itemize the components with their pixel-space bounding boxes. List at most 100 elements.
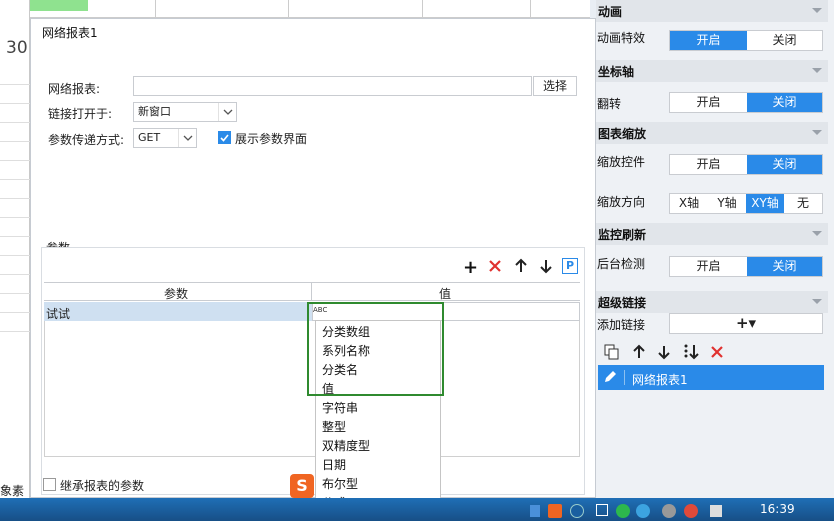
zoom-direction-option[interactable]: XY轴 <box>746 194 784 213</box>
dropdown-option[interactable]: 字符串 <box>322 399 358 416</box>
sheet-row-line <box>0 103 30 104</box>
toggle-off[interactable]: 关闭 <box>747 257 822 276</box>
zoom-direction-label: 缩放方向 <box>597 195 646 209</box>
taskbar-clock[interactable]: 16:39 <box>760 502 795 516</box>
show-params-label: 展示参数界面 <box>235 132 308 146</box>
sheet-row-line <box>0 179 30 180</box>
report-label: 网络报表: <box>48 82 101 96</box>
table-row[interactable] <box>44 302 312 321</box>
section-axis[interactable]: 坐标轴 <box>596 60 828 82</box>
section-hyperlink[interactable]: 超级链接 <box>596 291 828 313</box>
sheet-row-line <box>0 331 30 332</box>
sheet-row-line <box>0 122 30 123</box>
section-title: 图表缩放 <box>598 127 647 141</box>
link-item-label: 网络报表1 <box>632 373 688 387</box>
toggle-on[interactable]: 开启 <box>670 257 747 276</box>
parameter-icon[interactable]: P <box>562 258 578 274</box>
section-title: 动画 <box>598 5 623 19</box>
toggle-on[interactable]: 开启 <box>670 93 747 112</box>
sheet-header-strip <box>0 0 590 18</box>
network-icon[interactable] <box>710 505 722 517</box>
chevron-down-icon <box>178 129 196 147</box>
sheet-column-divider <box>155 0 156 18</box>
taskbar <box>0 498 834 521</box>
delete-icon[interactable] <box>488 259 502 276</box>
open-in-label: 链接打开于: <box>48 107 113 121</box>
zoom-control-toggle[interactable]: 开启 关闭 <box>669 154 823 175</box>
sheet-row-line <box>0 198 30 199</box>
column-header-value: 值 <box>439 287 452 301</box>
select-button[interactable]: 选择 <box>533 76 577 96</box>
inherit-params-checkbox[interactable] <box>43 478 56 491</box>
section-title: 坐标轴 <box>598 65 635 79</box>
dropdown-option[interactable]: 布尔型 <box>322 475 358 492</box>
section-title: 监控刷新 <box>598 228 647 242</box>
move-up-icon[interactable] <box>514 258 528 277</box>
copy-icon[interactable] <box>604 344 620 363</box>
report-input[interactable] <box>133 76 532 96</box>
column-divider <box>311 282 312 301</box>
dropdown-option[interactable]: 日期 <box>322 456 346 473</box>
status-label: 象素 <box>0 484 25 498</box>
sort-icon[interactable] <box>683 343 701 364</box>
delete-icon[interactable] <box>710 345 724 362</box>
wechat-icon[interactable] <box>616 504 630 518</box>
chevron-down-icon <box>218 103 236 121</box>
toggle-off[interactable]: 关闭 <box>747 155 822 174</box>
collapse-icon[interactable] <box>812 299 822 304</box>
param-method-select[interactable]: GET <box>133 128 197 148</box>
params-table-header <box>44 282 580 301</box>
collapse-icon[interactable] <box>812 68 822 73</box>
open-in-value: 新窗口 <box>138 105 171 118</box>
browser-icon[interactable] <box>636 504 650 518</box>
section-monitor-refresh[interactable]: 监控刷新 <box>596 223 828 245</box>
input-method-icon[interactable] <box>548 504 562 518</box>
window-icon[interactable] <box>596 504 608 516</box>
edit-icon[interactable] <box>602 369 618 388</box>
toggle-on[interactable]: 开启 <box>670 31 747 50</box>
toggle-on[interactable]: 开启 <box>670 155 747 174</box>
collapse-icon[interactable] <box>812 130 822 135</box>
zoom-direction-option[interactable]: 无 <box>784 194 822 213</box>
qq-icon[interactable] <box>684 504 698 518</box>
move-down-icon[interactable] <box>657 344 671 363</box>
sheet-row-line <box>0 141 30 142</box>
show-params-checkbox[interactable] <box>218 131 231 144</box>
tray-icon[interactable] <box>662 504 676 518</box>
animation-effect-toggle[interactable]: 开启 关闭 <box>669 30 823 51</box>
sheet-column-divider <box>288 0 289 18</box>
zoom-control-label: 缩放控件 <box>597 155 646 169</box>
collapse-icon[interactable] <box>812 8 822 13</box>
sheet-left-strip <box>0 0 30 521</box>
section-animation[interactable]: 动画 <box>596 0 828 22</box>
zoom-direction-toggle[interactable]: X轴 Y轴 XY轴 无 <box>669 193 823 214</box>
add-link-button[interactable]: +▾ <box>669 313 823 334</box>
help-icon[interactable] <box>570 504 584 518</box>
flip-toggle[interactable]: 开启 关闭 <box>669 92 823 113</box>
sheet-column-divider <box>530 0 531 18</box>
dropdown-option[interactable]: 双精度型 <box>322 437 370 454</box>
background-check-toggle[interactable]: 开启 关闭 <box>669 256 823 277</box>
add-icon[interactable]: + <box>463 257 478 278</box>
sheet-cell-value: 30 <box>6 38 28 58</box>
sheet-row-line <box>0 84 30 85</box>
sheet-row-line <box>0 160 30 161</box>
open-in-select[interactable]: 新窗口 <box>133 102 237 122</box>
zoom-direction-option[interactable]: Y轴 <box>708 194 746 213</box>
tray-icon[interactable] <box>530 505 540 517</box>
toggle-off[interactable]: 关闭 <box>747 93 822 112</box>
toggle-off[interactable]: 关闭 <box>747 31 822 50</box>
param-method-value: GET <box>138 131 161 144</box>
sheet-row-line <box>0 236 30 237</box>
section-title: 超级链接 <box>598 296 647 310</box>
sheet-row-line <box>0 274 30 275</box>
dropdown-option[interactable]: 整型 <box>322 418 346 435</box>
section-chart-zoom[interactable]: 图表缩放 <box>596 122 828 144</box>
move-down-icon[interactable] <box>539 258 553 277</box>
move-up-icon[interactable] <box>632 344 646 363</box>
inherit-params-label: 继承报表的参数 <box>60 479 145 493</box>
zoom-direction-option[interactable]: X轴 <box>670 194 708 213</box>
param-cell[interactable]: 试试 <box>46 305 70 322</box>
animation-effect-label: 动画特效 <box>597 31 646 45</box>
collapse-icon[interactable] <box>812 231 822 236</box>
